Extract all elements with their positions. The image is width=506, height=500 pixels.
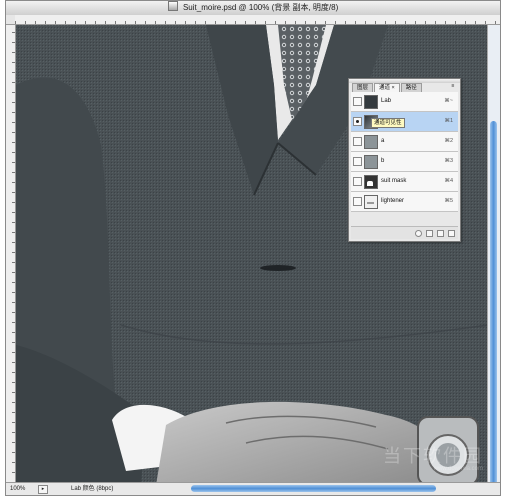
- channel-shortcut: ⌘4: [444, 178, 453, 184]
- vertical-ruler[interactable]: [6, 25, 16, 483]
- vertical-scrollbar[interactable]: [487, 25, 500, 491]
- watermark: 当下软件园 www.downxia.com: [383, 442, 483, 472]
- delete-channel-icon[interactable]: [448, 229, 455, 237]
- panel-footer: [351, 226, 458, 239]
- status-menu-icon[interactable]: ▸: [38, 485, 48, 494]
- panel-menu-icon[interactable]: ≡: [449, 83, 457, 90]
- tab-layers[interactable]: 图层: [352, 83, 374, 92]
- document-window: Suit_moire.psd @ 100% (背景 副本, 明度/8) 100%…: [5, 0, 501, 496]
- channel-thumbnail: [364, 195, 378, 209]
- visibility-eye-icon[interactable]: [353, 117, 362, 126]
- channel-thumbnail: [364, 155, 378, 169]
- channel-row-lightener[interactable]: lightener ⌘5: [351, 192, 458, 212]
- horizontal-scroll-thumb[interactable]: [191, 485, 436, 492]
- title-bar[interactable]: Suit_moire.psd @ 100% (背景 副本, 明度/8): [6, 1, 500, 16]
- channel-thumbnail: [364, 175, 378, 189]
- tooltip: 通道可见性: [371, 118, 405, 128]
- channel-name: suit mask: [381, 178, 407, 184]
- document-info: Lab 颜色 (8bpc): [71, 486, 114, 492]
- channels-panel: 图层 通道 × 路径 ≡ Lab ⌘~ 明度 ⌘1 a ⌘2 b ⌘3: [348, 78, 461, 242]
- vertical-scroll-thumb[interactable]: [490, 121, 497, 491]
- channel-name: b: [381, 158, 385, 164]
- channel-name: Lab: [381, 98, 392, 104]
- visibility-eye-icon[interactable]: [353, 97, 362, 106]
- visibility-eye-icon[interactable]: [353, 197, 362, 206]
- channel-row-b[interactable]: b ⌘3: [351, 152, 458, 172]
- tab-channels[interactable]: 通道 ×: [374, 83, 400, 92]
- visibility-eye-icon[interactable]: [353, 177, 362, 186]
- channel-shortcut: ⌘1: [444, 118, 453, 124]
- channel-row-suit-mask[interactable]: suit mask ⌘4: [351, 172, 458, 192]
- watermark-text: 当下软件园: [383, 446, 483, 466]
- visibility-eye-icon[interactable]: [353, 137, 362, 146]
- channel-shortcut: ⌘~: [444, 98, 453, 104]
- channel-name: lightener: [381, 198, 405, 204]
- channel-shortcut: ⌘3: [444, 158, 453, 164]
- channel-row-a[interactable]: a ⌘2: [351, 132, 458, 152]
- zoom-level[interactable]: 100%: [10, 483, 30, 495]
- load-selection-icon[interactable]: [415, 229, 422, 237]
- visibility-eye-icon[interactable]: [353, 157, 362, 166]
- window-title: Suit_moire.psd @ 100% (背景 副本, 明度/8): [182, 3, 339, 12]
- channel-name: a: [381, 138, 385, 144]
- channel-thumbnail: [364, 95, 378, 109]
- status-bar: 100% ▸ Lab 颜色 (8bpc): [6, 482, 500, 495]
- channel-list: Lab ⌘~ 明度 ⌘1 a ⌘2 b ⌘3 suit mask ⌘4: [351, 92, 458, 212]
- watermark-url: www.downxia.com: [433, 466, 483, 472]
- channel-shortcut: ⌘2: [444, 138, 453, 144]
- channel-thumbnail: [364, 135, 378, 149]
- horizontal-ruler[interactable]: [15, 15, 500, 25]
- new-channel-icon[interactable]: [437, 229, 444, 237]
- channel-shortcut: ⌘5: [444, 198, 453, 204]
- save-selection-icon[interactable]: [426, 229, 433, 237]
- channel-row-lab[interactable]: Lab ⌘~: [351, 92, 458, 112]
- document-icon: [167, 1, 178, 11]
- tab-paths[interactable]: 路径: [400, 83, 422, 92]
- panel-tabs: 图层 通道 × 路径: [352, 83, 423, 92]
